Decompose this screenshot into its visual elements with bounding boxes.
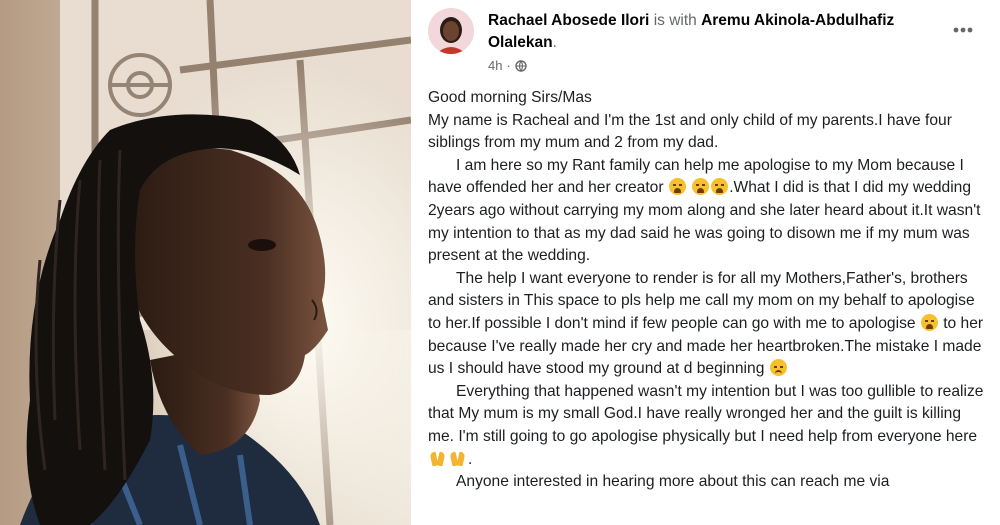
globe-icon[interactable] [515, 59, 527, 72]
avatar[interactable] [428, 8, 474, 54]
guilt-paragraph: Everything that happened wasn't my inten… [428, 381, 988, 471]
avatar-image [428, 8, 474, 54]
with-text: is with [653, 12, 697, 29]
woman-photo-illustration [0, 0, 411, 525]
greeting-paragraph: Good morning Sirs/Mas [428, 89, 592, 106]
guilt-text-b: . [468, 450, 473, 468]
folded-hands-emoji [449, 450, 467, 467]
post-header: Rachael Abosede Ilori is with Aremu Akin… [488, 10, 928, 54]
more-options-icon[interactable] [948, 20, 978, 40]
intro-paragraph: My name is Racheal and I'm the 1st and o… [428, 111, 952, 152]
woman-photo [0, 0, 411, 525]
tagged-suffix: . [552, 34, 557, 51]
loudly-crying-face-emoji [668, 178, 686, 196]
facebook-post: Rachael Abosede Ilori is with Aremu Akin… [420, 0, 1000, 525]
image-divider [411, 0, 420, 525]
contact-paragraph: Anyone interested in hearing more about … [456, 473, 890, 491]
post-body: Good morning Sirs/Mas My name is Racheal… [428, 87, 988, 494]
meta-separator: · [506, 58, 511, 73]
apology-paragraph: I am here so my Rant family can help me … [428, 155, 988, 268]
loudly-crying-face-emoji [711, 178, 729, 196]
help-text-a: The help I want everyone to render is fo… [428, 269, 975, 332]
folded-hands-emoji [429, 450, 447, 467]
author-name[interactable]: Rachael Abosede Ilori [488, 12, 649, 29]
pensive-face-emoji [769, 359, 787, 377]
post-time[interactable]: 4h [488, 58, 502, 73]
loudly-crying-face-emoji [920, 313, 938, 331]
loudly-crying-face-emoji [692, 178, 710, 196]
guilt-text-a: Everything that happened wasn't my inten… [428, 382, 984, 445]
post-meta: 4h · [488, 58, 527, 73]
help-paragraph: The help I want everyone to render is fo… [428, 268, 988, 381]
